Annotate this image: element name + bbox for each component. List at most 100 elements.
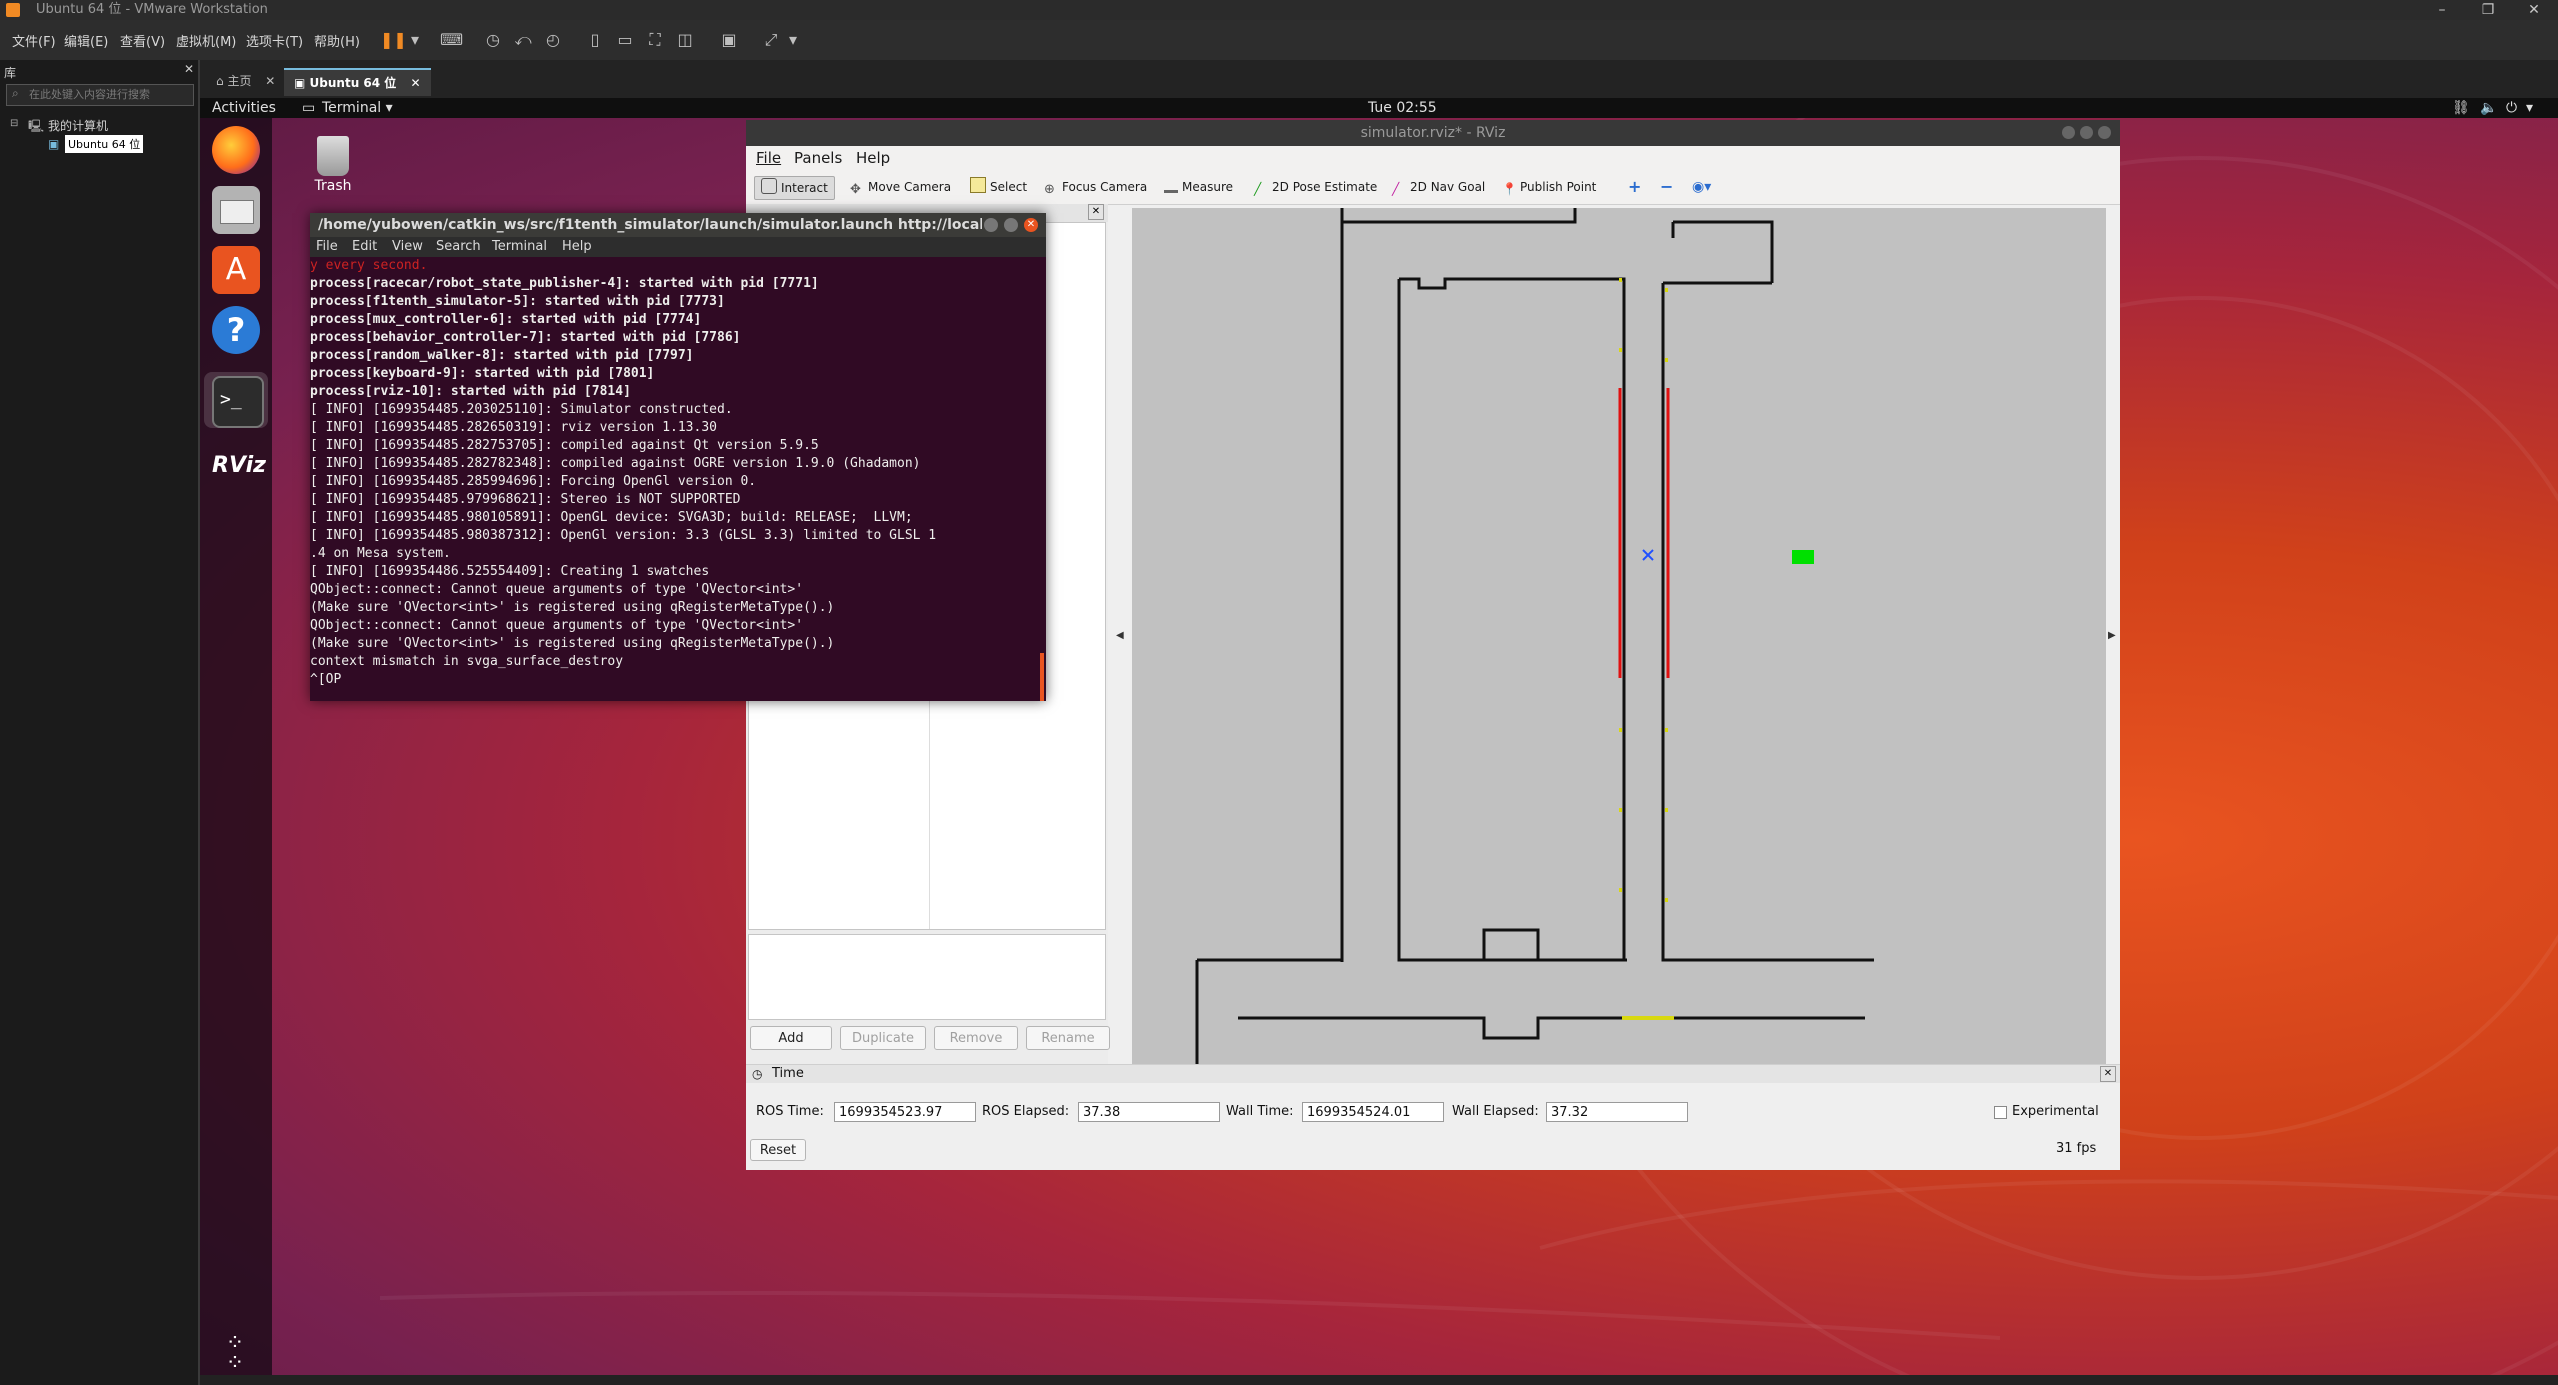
menu-help[interactable]: Help (856, 146, 890, 170)
menu-edit[interactable]: 编辑(E) (64, 31, 108, 50)
send-keys-icon[interactable]: ⌨ (440, 29, 463, 51)
close-icon[interactable]: ✕ (265, 74, 275, 88)
tree-root-my-computer[interactable]: 我的计算机 (48, 117, 108, 134)
menu-panels[interactable]: Panels (794, 146, 842, 170)
menu-file[interactable]: File (756, 146, 781, 170)
map-svg[interactable] (1132, 208, 2106, 1066)
close-icon[interactable]: ✕ (2514, 0, 2554, 20)
wall-elapsed-field[interactable]: 37.32 (1546, 1102, 1688, 1122)
collapse-left-icon[interactable]: ◀ (1116, 630, 1124, 641)
ros-time-field[interactable]: 1699354523.97 (834, 1102, 976, 1122)
add-tool-icon[interactable]: + (1628, 176, 1641, 198)
terminal-line: [ INFO] [1699354485.980387312]: OpenGl v… (310, 528, 937, 543)
show-apps-icon[interactable]: ⁘ ⁘ (212, 1333, 260, 1375)
map-walls (1195, 208, 1874, 1066)
experimental-checkbox[interactable] (1994, 1106, 2007, 1119)
close-icon[interactable]: ✕ (1024, 218, 1038, 232)
terminal-scrollbar[interactable] (1040, 653, 1044, 701)
render-view[interactable] (1132, 208, 2106, 1066)
library-view-icon[interactable]: ▯ (584, 29, 606, 51)
tab-home[interactable]: ⌂ 主页 ✕ (206, 68, 285, 94)
software-center-icon[interactable]: A (212, 246, 260, 294)
duplicate-button[interactable]: Duplicate (840, 1026, 926, 1050)
chevron-down-icon[interactable]: ▾ (2526, 98, 2533, 118)
close-icon[interactable] (2098, 126, 2111, 139)
library-search-input[interactable]: 在此处键入内容进行搜索 (6, 84, 194, 106)
tool-focus-camera[interactable]: ⊕ Focus Camera (1044, 176, 1147, 198)
app-menu[interactable]: Terminal ▾ (322, 98, 393, 118)
tab-ubuntu[interactable]: ▣ Ubuntu 64 位 ✕ (284, 68, 431, 96)
tool-2d-nav-goal[interactable]: ╱ 2D Nav Goal (1392, 176, 1485, 198)
tool-measure[interactable]: Measure (1164, 176, 1233, 198)
menu-search[interactable]: Search (436, 237, 481, 257)
clock[interactable]: Tue 02:55 (1368, 98, 1437, 118)
menu-help[interactable]: Help (562, 237, 592, 257)
menu-file[interactable]: File (316, 237, 338, 257)
terminal-line: .4 on Mesa system. (310, 546, 451, 561)
tool-select[interactable]: Select (970, 176, 1027, 198)
terminal-line: [ INFO] [1699354485.980105891]: OpenGL d… (310, 510, 913, 525)
library-header: 库 (4, 66, 17, 80)
snapshot-restore-icon[interactable]: ⤺ (512, 29, 534, 51)
maximize-icon[interactable] (1004, 218, 1018, 232)
menu-edit[interactable]: Edit (352, 237, 377, 257)
help-icon[interactable]: ? (212, 306, 260, 354)
restore-icon[interactable]: ❐ (2468, 0, 2508, 20)
pause-icon[interactable]: ❚❚ (380, 29, 407, 51)
snapshot-icon[interactable]: ◷ (482, 29, 504, 51)
wall-time-field[interactable]: 1699354524.01 (1302, 1102, 1444, 1122)
menu-tabs[interactable]: 选项卡(T) (246, 31, 303, 50)
minimize-icon[interactable]: – (2422, 0, 2462, 20)
network-icon[interactable]: ⛓ (2452, 98, 2470, 118)
menu-help[interactable]: 帮助(H) (314, 31, 360, 50)
terminal-icon[interactable]: >_ (212, 376, 264, 428)
tool-interact[interactable]: Interact (754, 176, 835, 200)
minimize-icon[interactable] (984, 218, 998, 232)
collapse-right-icon[interactable]: ▶ (2108, 630, 2116, 641)
remove-tool-icon[interactable]: − (1660, 176, 1673, 198)
rename-button[interactable]: Rename (1026, 1026, 1110, 1050)
reset-button[interactable]: Reset (750, 1139, 806, 1161)
chevron-down-icon[interactable]: ▾ (404, 29, 426, 51)
rviz-icon[interactable]: RViz (212, 442, 266, 490)
ubuntu-desktop: Activities ▭ Terminal ▾ Tue 02:55 ⛓ 🔈 ⏻ … (200, 98, 2558, 1375)
unity-icon[interactable]: ◫ (674, 29, 696, 51)
fullscreen-icon[interactable]: ⛶ (644, 29, 666, 51)
tool-2d-pose-estimate[interactable]: ╱ 2D Pose Estimate (1254, 176, 1377, 198)
terminal-output[interactable]: y every second. process[racecar/robot_sta… (310, 257, 1046, 701)
chevron-down-icon[interactable]: ▾ (782, 29, 804, 51)
close-icon[interactable]: ✕ (1088, 204, 1104, 220)
files-icon[interactable] (212, 186, 260, 234)
add-button[interactable]: Add (750, 1026, 832, 1050)
collapse-icon[interactable]: ⊟ (10, 118, 18, 129)
tool-publish-point[interactable]: 📍 Publish Point (1502, 176, 1596, 198)
stretch-icon[interactable]: ⤢ (760, 29, 782, 51)
desktop-icon-trash[interactable]: Trash (308, 136, 358, 194)
tool-move-camera[interactable]: ✥ Move Camera (850, 176, 951, 198)
search-icon: ⌕ (12, 86, 19, 100)
console-view-icon[interactable]: ▣ (718, 29, 740, 51)
remove-button[interactable]: Remove (934, 1026, 1018, 1050)
view-options-icon[interactable]: ◉▾ (1692, 176, 1711, 198)
menu-terminal[interactable]: Terminal (492, 237, 547, 257)
maximize-icon[interactable] (2080, 126, 2093, 139)
minimize-icon[interactable] (2062, 126, 2075, 139)
tree-item-ubuntu[interactable]: Ubuntu 64 位 (65, 135, 144, 153)
menu-vm[interactable]: 虚拟机(M) (176, 31, 236, 50)
menu-view[interactable]: View (392, 237, 423, 257)
menu-file[interactable]: 文件(F) (12, 31, 56, 50)
menu-view[interactable]: 查看(V) (120, 31, 165, 50)
close-icon[interactable]: ✕ (410, 76, 420, 90)
firefox-icon[interactable] (212, 126, 260, 174)
focus-camera-icon: ⊕ (1044, 182, 1055, 197)
terminal-line: [ INFO] [1699354485.979968621]: Stereo i… (310, 492, 741, 507)
snapshot-manager-icon[interactable]: ◴ (542, 29, 564, 51)
measure-icon (1164, 182, 1178, 193)
thumbnail-view-icon[interactable]: ▭ (614, 29, 636, 51)
activities-button[interactable]: Activities (212, 98, 276, 118)
close-icon[interactable]: ✕ (2100, 1066, 2116, 1082)
volume-icon[interactable]: 🔈 (2480, 98, 2497, 118)
ros-elapsed-field[interactable]: 37.38 (1078, 1102, 1220, 1122)
power-icon[interactable]: ⏻ (2506, 98, 2517, 118)
close-icon[interactable]: ✕ (184, 62, 194, 76)
